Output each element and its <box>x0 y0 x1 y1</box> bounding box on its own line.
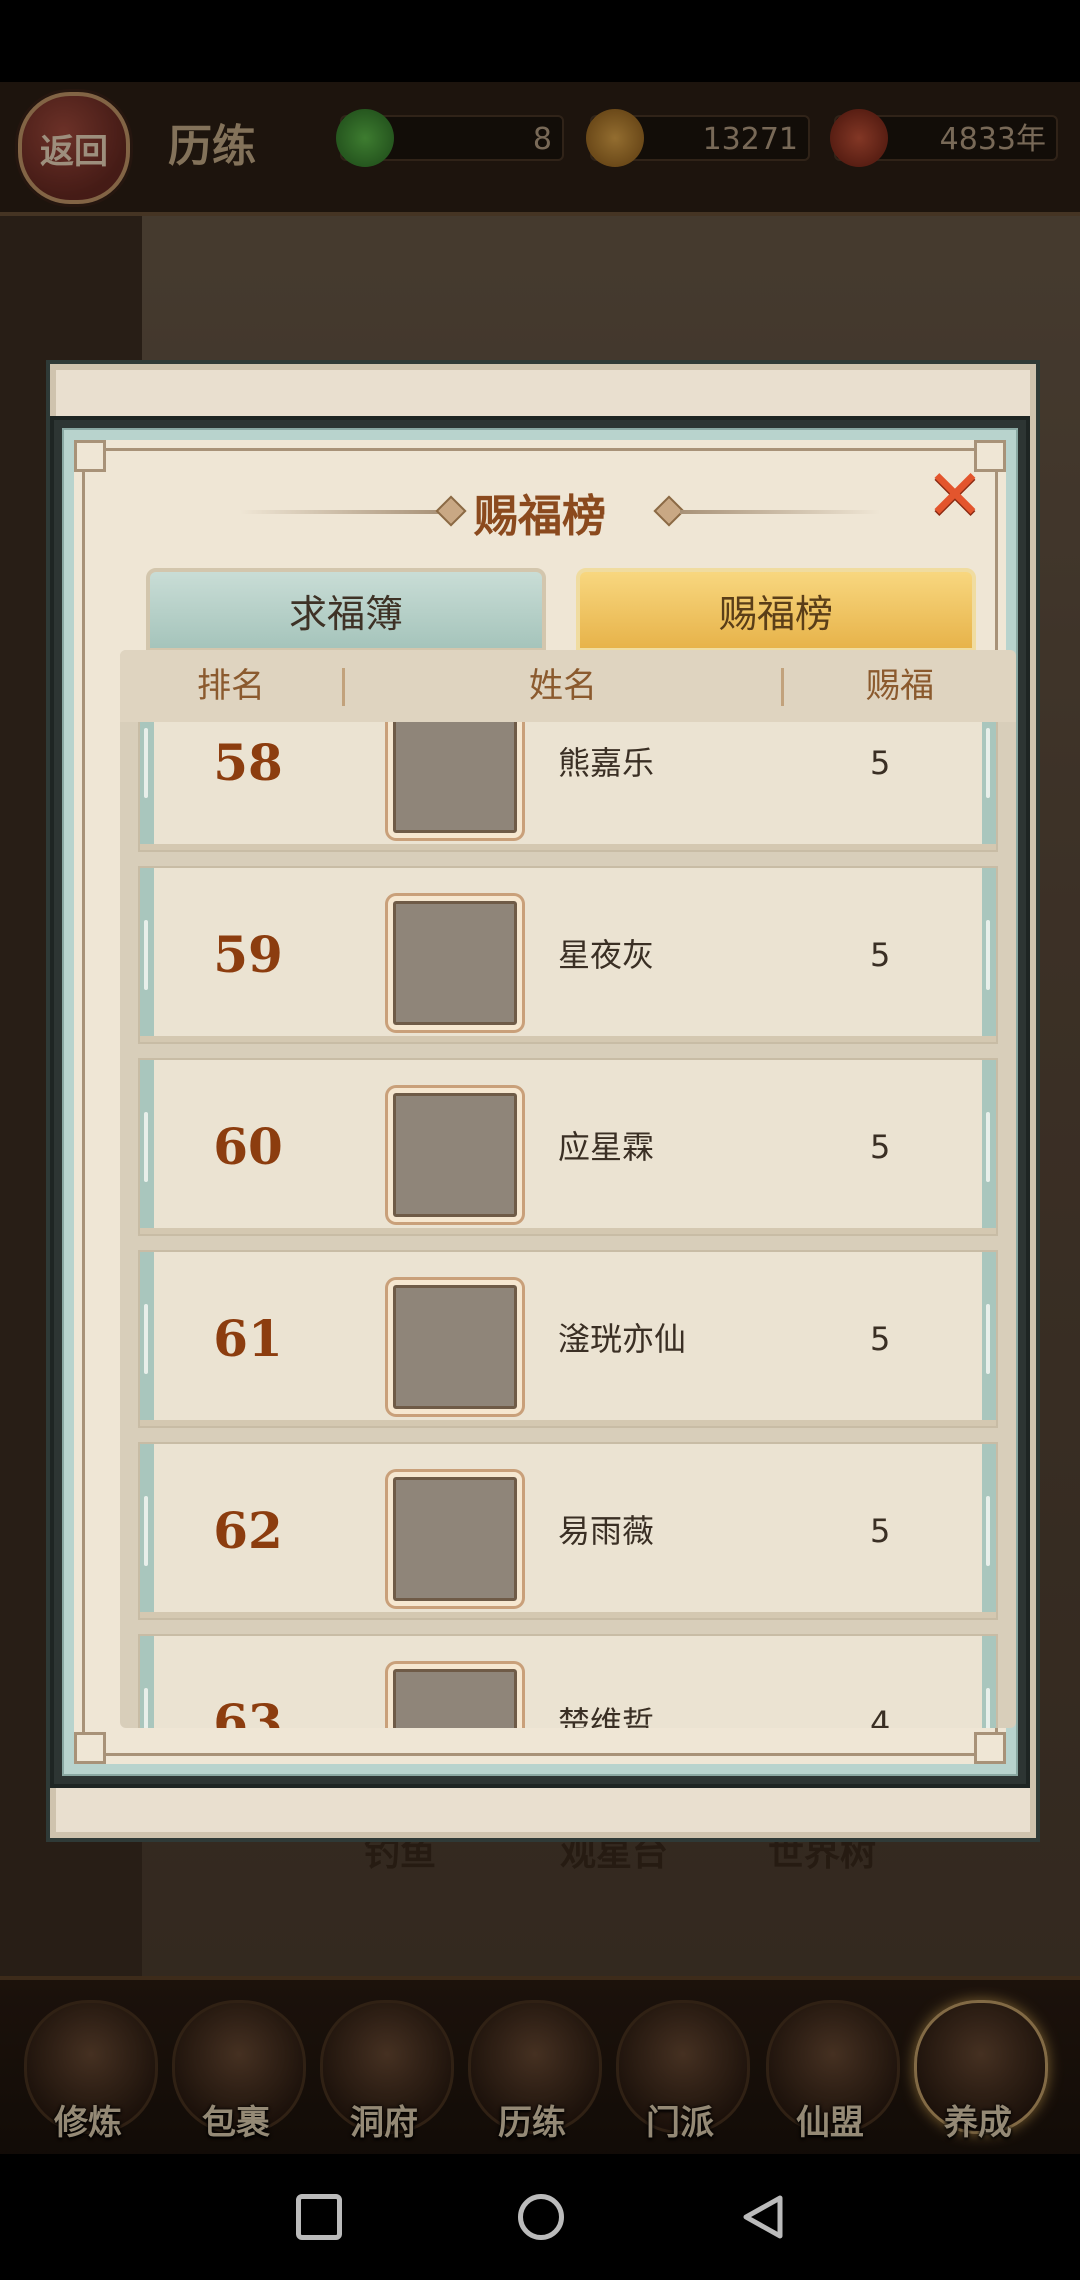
blessing-value: 5 <box>870 1128 891 1166</box>
row-edge <box>140 868 154 1042</box>
player-name: 应星霖 <box>558 1128 655 1166</box>
avatar[interactable] <box>388 1472 522 1606</box>
column-header-rank: 排名 <box>197 666 265 706</box>
avatar[interactable] <box>388 1280 522 1414</box>
table-row: 61 滏珖亦仙 5 <box>138 1250 998 1428</box>
rank-list[interactable]: 58 熊嘉乐 5 59 星夜灰 5 60 应星霖 5 61 滏珖亦仙 5 62 … <box>120 722 1016 1728</box>
avatar[interactable] <box>388 1088 522 1222</box>
rank-number: 63 <box>213 1693 283 1728</box>
circle-icon[interactable] <box>518 2194 564 2240</box>
row-edge <box>140 1060 154 1234</box>
blessing-value: 4 <box>870 1704 891 1728</box>
player-name: 易雨薇 <box>558 1512 655 1550</box>
table-row: 59 星夜灰 5 <box>138 866 998 1044</box>
table-row: 60 应星霖 5 <box>138 1058 998 1236</box>
rank-number: 61 <box>213 1309 283 1368</box>
table-row: 63 楚维哲 4 <box>138 1634 998 1728</box>
row-edge <box>982 1060 996 1234</box>
row-edge <box>982 868 996 1042</box>
dialog-frame: 赐福榜 ✕ 求福簿 赐福榜 排名 姓名 赐福 58 熊嘉乐 5 59 星夜灰 5… <box>62 428 1018 1776</box>
table-header: 排名 姓名 赐福 <box>120 650 1016 722</box>
corner-ornament <box>974 1732 1006 1764</box>
rank-number: 62 <box>213 1501 283 1560</box>
square-icon[interactable] <box>296 2194 342 2240</box>
row-edge <box>982 1444 996 1618</box>
blessing-value: 5 <box>870 744 891 782</box>
player-name: 滏珖亦仙 <box>558 1320 687 1358</box>
player-name: 星夜灰 <box>558 936 655 974</box>
corner-ornament <box>74 1732 106 1764</box>
corner-ornament <box>74 440 106 472</box>
row-edge <box>140 1636 154 1728</box>
blessing-value: 5 <box>870 936 891 974</box>
avatar[interactable] <box>388 1664 522 1728</box>
status-bar <box>0 0 1080 82</box>
triangle-icon[interactable] <box>740 2194 786 2240</box>
column-header-name: 姓名 <box>529 666 597 706</box>
table-row: 62 易雨薇 5 <box>138 1442 998 1620</box>
title-ornament-right <box>680 510 880 514</box>
rank-number: 59 <box>213 925 283 984</box>
avatar[interactable] <box>388 896 522 1030</box>
blessing-value: 5 <box>870 1512 891 1550</box>
tab-prayer-book[interactable]: 求福簿 <box>146 568 546 652</box>
rank-number: 60 <box>213 1117 283 1176</box>
avatar[interactable] <box>388 722 522 838</box>
close-icon[interactable]: ✕ <box>920 460 990 530</box>
rank-number: 58 <box>213 733 283 792</box>
row-edge <box>982 722 996 850</box>
rank-table: 排名 姓名 赐福 58 熊嘉乐 5 59 星夜灰 5 60 应星霖 5 61 滏… <box>120 650 1016 1728</box>
blessing-rank-dialog: 赐福榜 ✕ 求福簿 赐福榜 排名 姓名 赐福 58 熊嘉乐 5 59 星夜灰 5… <box>50 416 1030 1788</box>
player-name: 熊嘉乐 <box>558 744 655 782</box>
row-edge <box>140 1252 154 1426</box>
row-edge <box>982 1636 996 1728</box>
player-name: 楚维哲 <box>558 1704 655 1728</box>
tab-blessing-rank[interactable]: 赐福榜 <box>576 568 976 652</box>
column-header-blessing: 赐福 <box>866 666 934 706</box>
dialog-paper: 赐福榜 ✕ 求福簿 赐福榜 排名 姓名 赐福 58 熊嘉乐 5 59 星夜灰 5… <box>74 440 1016 1764</box>
system-nav-bar <box>0 2154 1080 2280</box>
row-edge <box>140 722 154 850</box>
row-edge <box>140 1444 154 1618</box>
row-edge <box>982 1252 996 1426</box>
blessing-value: 5 <box>870 1320 891 1358</box>
table-row: 58 熊嘉乐 5 <box>138 722 998 852</box>
